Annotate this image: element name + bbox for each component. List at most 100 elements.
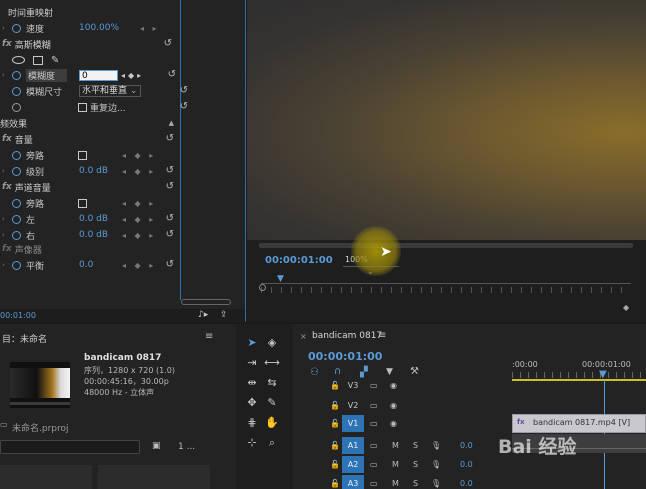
gaussian-blur-row[interactable]: fx 高斯模糊 ↺ (2, 36, 180, 52)
reset-icon[interactable]: ↺ (166, 213, 174, 224)
bypass-row[interactable]: 旁路 ◂ ◆ ▸ (12, 147, 180, 163)
project-item-thumb-1[interactable] (0, 465, 92, 489)
track-target-a1[interactable]: A1 (342, 437, 364, 454)
stopwatch-icon[interactable] (12, 70, 21, 80)
bypass2-row[interactable]: 旁路 ◂ ◆ ▸ (12, 195, 180, 211)
expand-arrow-icon[interactable]: › (0, 215, 12, 223)
sync-lock-icon[interactable]: ▭ (370, 460, 378, 469)
rectangle-mask-icon[interactable] (33, 55, 43, 65)
stopwatch-icon[interactable] (12, 260, 21, 270)
effect-zoom-scrollbar[interactable] (181, 299, 231, 305)
reset-icon[interactable]: ↺ (168, 69, 176, 80)
lock-icon[interactable]: 🔓 (330, 381, 340, 390)
ellipse-mask-icon[interactable] (12, 56, 25, 64)
track-target-v1[interactable]: V1 (342, 415, 364, 432)
lock-icon[interactable]: 🔓 (330, 460, 340, 469)
track-row-v1[interactable]: 🔓 V1 ▭ ◉ (292, 414, 512, 433)
expand-arrow-icon[interactable]: › (0, 261, 12, 269)
pen-tool-icon[interactable]: ✎ (264, 396, 280, 409)
solo-button[interactable]: S (413, 441, 418, 450)
track-target-v2[interactable]: V2 (342, 397, 364, 414)
level-row[interactable]: › 级别 0.0 dB ◂ ◆ ▸ ↺ (0, 163, 180, 179)
stopwatch-icon[interactable] (12, 23, 21, 33)
stopwatch-icon[interactable] (12, 86, 21, 96)
stopwatch-icon[interactable] (12, 102, 21, 112)
sequence-tab[interactable]: bandicam 0817 (312, 331, 382, 341)
repeat-edge-checkbox[interactable] (78, 102, 87, 112)
selection-tool-icon[interactable]: ➤ (244, 336, 260, 349)
timeline-timecode[interactable]: 00:00:01:00 (308, 350, 382, 363)
rate-stretch-tool-icon[interactable]: ⇆ (264, 376, 280, 389)
lock-icon[interactable]: 🔓 (330, 401, 340, 410)
keyframe-nav-icon[interactable]: ◂ ◆ ▸ (122, 151, 156, 160)
repeat-edge-option[interactable]: 重复边... (78, 101, 126, 114)
microphone-icon[interactable]: 🎙 (431, 479, 441, 488)
track-volume-value[interactable]: 0.0 (460, 441, 473, 450)
volume-row[interactable]: fx 音量 ↺ (2, 131, 180, 147)
project-search-input[interactable] (0, 440, 140, 454)
solo-button[interactable]: S (413, 460, 418, 469)
clip-thumbnail[interactable] (10, 362, 70, 408)
track-volume-value[interactable]: 0.0 (460, 460, 473, 469)
panner-row[interactable]: fx 声像器 (2, 241, 180, 257)
track-target-a3[interactable]: A3 (342, 475, 364, 489)
track-volume-value[interactable]: 0.0 (460, 479, 473, 488)
timeline-ruler-ticks[interactable] (512, 372, 646, 378)
lock-icon[interactable]: 🔓 (330, 441, 340, 450)
stopwatch-icon[interactable] (12, 166, 21, 176)
stopwatch-icon[interactable] (12, 198, 21, 208)
reset-icon[interactable]: ↺ (180, 101, 188, 112)
microphone-icon[interactable]: 🎙 (431, 460, 441, 469)
monitor-ruler[interactable] (261, 283, 631, 284)
eye-icon[interactable]: ◉ (390, 381, 397, 390)
monitor-timecode[interactable]: 00:00:01:00 (265, 255, 333, 266)
reset-icon[interactable]: ↺ (166, 259, 174, 270)
reset-icon[interactable]: ↺ (180, 85, 188, 96)
project-item-thumb-2[interactable] (98, 465, 210, 489)
level-value[interactable]: 0.0 dB (79, 166, 108, 176)
effect-timecode[interactable]: 00:01:00 (0, 311, 36, 320)
keyframe-nav-icon[interactable]: ◂ ◆ ▸ (122, 261, 156, 270)
timeline-playhead-icon[interactable]: ▼ (599, 369, 607, 380)
blur-dimensions-select[interactable]: 水平和垂直 ⌄ (79, 85, 141, 97)
track-target-a2[interactable]: A2 (342, 456, 364, 473)
expand-arrow-icon[interactable]: › (0, 231, 12, 239)
track-row-a1[interactable]: 🔓 A1 ▭ M S 🎙 0.0 (292, 436, 512, 455)
stopwatch-icon[interactable] (12, 230, 21, 240)
time-remap-row[interactable]: 时间重映射 (8, 4, 188, 20)
fx-icon[interactable]: fx (2, 182, 12, 192)
sync-lock-icon[interactable]: ▭ (370, 401, 378, 410)
rolling-edit-tool-icon[interactable]: ⇹ (244, 376, 260, 389)
play-audio-icon[interactable]: ♪▸ (198, 310, 208, 320)
blur-dimensions-row[interactable]: 模糊尺寸 水平和垂直 ⌄ ↺ (12, 83, 188, 99)
keyframe-nav-icon[interactable]: ◂ ◆ ▸ (122, 199, 156, 208)
reset-icon[interactable]: ↺ (166, 165, 174, 176)
eye-icon[interactable]: ◉ (390, 419, 397, 428)
channel-volume-row[interactable]: fx 声道音量 ↺ (2, 179, 180, 195)
slide-tool-icon[interactable]: ⋕ (244, 416, 260, 429)
expand-arrow-icon[interactable]: › (0, 24, 12, 32)
keyframe-nav-icon[interactable]: ◂◆▸ (121, 71, 144, 80)
expand-arrow-icon[interactable]: › (0, 71, 12, 79)
stopwatch-icon[interactable] (12, 214, 21, 224)
reset-icon[interactable]: ↺ (166, 133, 174, 144)
reset-icon[interactable]: ↺ (166, 229, 174, 240)
mute-button[interactable]: M (392, 460, 399, 469)
left-channel-row[interactable]: › 左 0.0 dB ◂ ◆ ▸ ↺ (0, 211, 180, 227)
mute-button[interactable]: M (392, 479, 399, 488)
marker-icon[interactable]: ◆ (623, 303, 629, 312)
track-row-a3[interactable]: 🔓 A3 ▭ M S 🎙 0.0 (292, 474, 512, 489)
export-frame-icon[interactable]: ⇪ (220, 310, 228, 320)
keyframe-nav-icon[interactable]: ◂ ◆ ▸ (122, 167, 156, 176)
collapse-up-icon[interactable]: ▲ (169, 119, 174, 127)
zoom-tool-icon[interactable]: ⌕ (264, 436, 280, 450)
keyframe-nav-icon[interactable]: ◂ ◆ ▸ (122, 231, 156, 240)
track-row-v3[interactable]: 🔓 V3 ▭ ◉ (292, 376, 512, 395)
repeat-edge-row[interactable]: 重复边... ↺ (12, 99, 188, 115)
fx-icon[interactable]: fx (2, 134, 12, 144)
tab-menu-icon[interactable]: ≡ (378, 330, 386, 341)
keyframe-nav-icon[interactable]: ◂ ▸ (140, 24, 160, 33)
work-area-bar[interactable] (512, 379, 646, 381)
sync-lock-icon[interactable]: ▭ (370, 479, 378, 488)
reset-icon[interactable]: ↺ (164, 38, 172, 49)
